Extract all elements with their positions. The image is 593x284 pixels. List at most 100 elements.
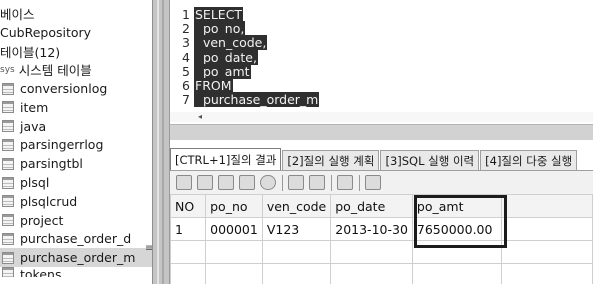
nav-item-database[interactable]: 베이스 <box>0 4 152 23</box>
nav-item-label: item <box>20 99 49 115</box>
selected-sql-text: SELECT <box>194 7 244 22</box>
code-line: po_date, <box>194 49 319 65</box>
nav-item-parsingerrlog[interactable]: parsingerrlog <box>0 136 152 155</box>
divider-groove <box>162 0 164 284</box>
column-header-po-no[interactable]: po_no <box>205 194 263 218</box>
code-line: purchase_order_m <box>194 92 320 108</box>
table-icon <box>2 138 14 151</box>
table-icon <box>2 251 14 264</box>
table-icon <box>2 82 14 95</box>
nav-item-java[interactable]: java <box>0 117 152 136</box>
nav-item-label: java <box>20 118 47 134</box>
result-grid[interactable]: NO po_no ven_code po_date po_amt 1 00000… <box>169 194 593 284</box>
selected-sql-text: po_amt <box>194 63 251 79</box>
nav-item-label: purchase_order_d <box>20 231 132 247</box>
result-table: NO po_no ven_code po_date po_amt 1 00000… <box>169 194 593 284</box>
table-icon <box>2 214 14 227</box>
toolbar-separator <box>359 174 360 191</box>
nav-item-item[interactable]: item <box>0 98 152 117</box>
table-cell-empty <box>330 263 413 284</box>
nav-item-project[interactable]: project <box>0 211 152 230</box>
nav-item-label: purchase_order_m <box>20 250 136 266</box>
column-header-no[interactable]: NO <box>169 194 207 218</box>
nav-item-label: 베이스 <box>0 6 35 22</box>
nav-item-label: parsingtbl <box>20 156 83 172</box>
nav-item-plsqlcrud[interactable]: plsqlcrud <box>0 192 152 211</box>
filter-icon[interactable] <box>365 175 381 190</box>
column-header-empty <box>501 194 593 218</box>
toolbar-separator <box>331 174 332 191</box>
nav-item-conversionlog[interactable]: conversionlog <box>0 79 152 98</box>
code-line: po_no, <box>194 21 319 37</box>
tab-sql-history[interactable]: [3]SQL 실행 이력 <box>380 150 480 170</box>
nav-item-label: 테이블(12) <box>0 44 61 60</box>
nav-item-purchase-order-d[interactable]: purchase_order_d <box>0 230 152 249</box>
nav-item-system-tables[interactable]: sys 시스템 테이블 <box>0 60 152 79</box>
scroll-left-arrow-icon[interactable]: ◂ <box>198 112 202 121</box>
table-cell-empty <box>261 240 332 264</box>
tab-label: [2]질의 실행 계획 <box>287 153 375 168</box>
code-line: ven_code, <box>194 35 319 51</box>
line-number: 5 <box>182 63 190 79</box>
import-icon[interactable] <box>309 175 325 190</box>
table-icon <box>2 195 14 208</box>
nav-item-label: project <box>20 212 64 228</box>
copy-icon[interactable] <box>337 175 353 190</box>
selected-sql-text: po_no, <box>194 21 246 37</box>
nav-item-tokens[interactable]: tokens <box>0 267 152 278</box>
table-cell-empty <box>169 240 207 264</box>
tab-multi-query[interactable]: [4]질의 다중 실행 <box>480 150 578 170</box>
empty-table-row <box>169 263 593 284</box>
table-cell[interactable]: V123 <box>261 217 332 241</box>
table-cell-empty <box>501 240 593 264</box>
table-cell-empty <box>205 240 263 264</box>
editor-horizontal-scrollbar[interactable] <box>170 112 593 122</box>
edit-icon[interactable] <box>176 175 192 190</box>
nav-item-plsql[interactable]: plsql <box>0 173 152 192</box>
line-number: 4 <box>182 49 190 65</box>
editor-resize-bar[interactable] <box>170 124 593 140</box>
code-line: SELECT <box>194 7 319 22</box>
nav-item-label: 시스템 테이블 <box>18 63 92 79</box>
nav-item-cubrepository[interactable]: CubRepository <box>0 23 152 42</box>
table-cell[interactable]: 000001 <box>205 217 263 241</box>
refresh-icon[interactable] <box>260 175 276 190</box>
sql-code[interactable]: SELECT po_no, ven_code, po_date, po_amt … <box>194 7 320 108</box>
column-header-ven-code[interactable]: ven_code <box>261 194 332 218</box>
insert-row-icon[interactable] <box>197 175 213 190</box>
tab-query-plan[interactable]: [2]질의 실행 계획 <box>282 150 380 170</box>
selected-sql-text: ven_code, <box>194 35 268 51</box>
table-icon <box>2 101 14 114</box>
divider-groove <box>157 0 159 284</box>
nav-item-label: tokens <box>20 267 62 278</box>
table-cell[interactable]: 2013-10-30 <box>330 217 413 241</box>
export-icon[interactable] <box>288 175 304 190</box>
tab-label: [4]질의 다중 실행 <box>485 153 573 168</box>
line-number: 7 <box>182 92 190 108</box>
system-table-icon-prefix: sys <box>0 64 15 75</box>
table-cell[interactable]: 1 <box>169 217 207 241</box>
nav-item-purchase-order-m[interactable]: purchase_order_m <box>0 248 152 268</box>
commit-icon[interactable] <box>239 175 255 190</box>
splitter-grip-icon[interactable]: ≡ <box>145 244 152 254</box>
table-cell-empty <box>330 240 413 264</box>
table-icon <box>2 232 14 245</box>
code-line: FROM <box>194 77 319 93</box>
result-toolbar <box>170 170 593 194</box>
tab-query-result[interactable]: [CTRL+1]질의 결과 <box>170 148 282 170</box>
nav-item-parsingtbl[interactable]: parsingtbl <box>0 154 152 173</box>
nav-item-tables[interactable]: 테이블(12) <box>0 42 152 61</box>
delete-row-icon[interactable] <box>218 175 234 190</box>
navigator-tree: 베이스 CubRepository 테이블(12) sys 시스템 테이블 co… <box>0 4 152 278</box>
table-row[interactable]: 1 000001 V123 2013-10-30 7650000.00 <box>169 217 593 241</box>
sql-editor[interactable]: 1 2 3 4 5 6 7 SELECT po_no, ven_code, po… <box>170 0 593 140</box>
pane-divider[interactable] <box>152 0 170 284</box>
column-header-po-date[interactable]: po_date <box>330 194 413 218</box>
column-header-po-amt[interactable]: po_amt <box>411 194 503 218</box>
tab-label: [3]SQL 실행 이력 <box>385 153 475 168</box>
line-number: 2 <box>182 21 190 37</box>
table-cell[interactable]: 7650000.00 <box>411 217 503 241</box>
line-number: 3 <box>182 35 190 51</box>
nav-item-label: conversionlog <box>20 81 108 97</box>
table-cell-empty <box>261 263 332 284</box>
